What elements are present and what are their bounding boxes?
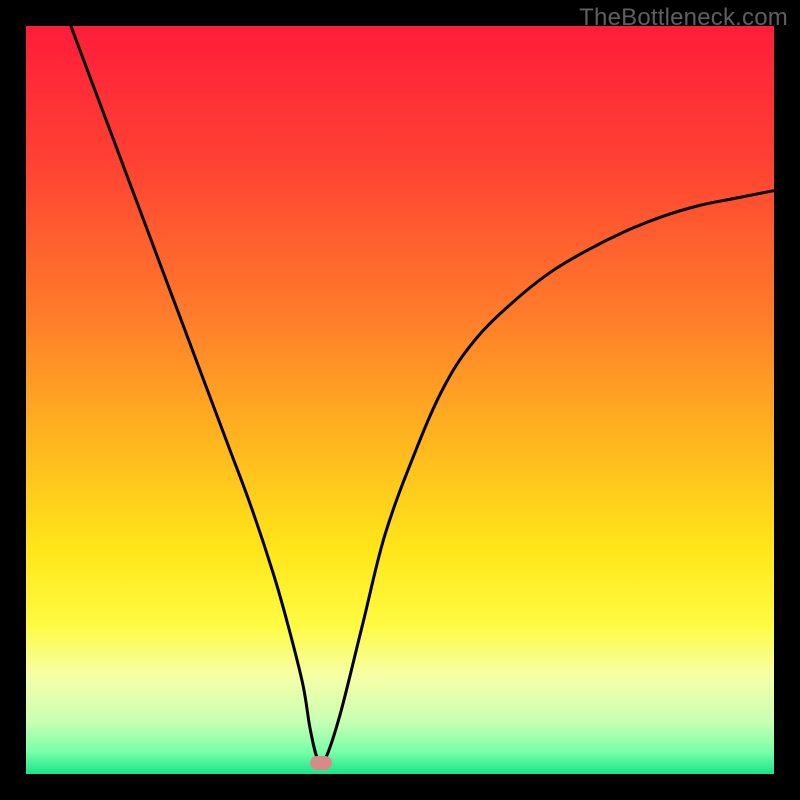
plot-area xyxy=(26,26,774,774)
chart-frame: TheBottleneck.com xyxy=(0,0,800,800)
bottleneck-curve xyxy=(26,26,774,774)
optimum-marker xyxy=(310,756,332,770)
watermark-text: TheBottleneck.com xyxy=(579,4,788,32)
